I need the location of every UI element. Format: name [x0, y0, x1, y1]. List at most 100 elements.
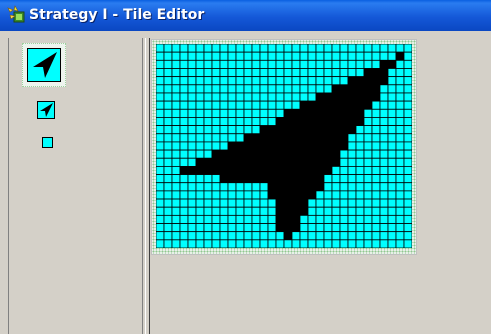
grid-cell[interactable] — [323, 68, 333, 78]
grid-cell[interactable] — [179, 223, 189, 233]
grid-cell[interactable] — [187, 149, 197, 159]
grid-cell[interactable] — [379, 84, 389, 94]
grid-cell[interactable] — [395, 51, 405, 61]
grid-cell[interactable] — [307, 239, 317, 248]
grid-cell[interactable] — [371, 100, 381, 110]
grid-cell[interactable] — [395, 84, 405, 94]
grid-cell[interactable] — [251, 92, 261, 102]
grid-cell[interactable] — [315, 51, 325, 61]
grid-cell[interactable] — [379, 157, 389, 167]
grid-cell[interactable] — [163, 231, 173, 241]
grid-cell[interactable] — [283, 84, 293, 94]
grid-cell[interactable] — [331, 76, 341, 86]
grid-cell[interactable] — [307, 166, 317, 175]
grid-cell[interactable] — [259, 133, 269, 143]
grid-cell[interactable] — [339, 149, 349, 159]
grid-cell[interactable] — [203, 182, 213, 192]
grid-cell[interactable] — [195, 214, 205, 224]
grid-cell[interactable] — [387, 100, 397, 110]
grid-cell[interactable] — [195, 44, 205, 53]
grid-cell[interactable] — [291, 44, 301, 53]
grid-cell[interactable] — [243, 108, 253, 118]
tile-thumbnail-medium[interactable] — [37, 101, 55, 119]
grid-cell[interactable] — [371, 174, 381, 184]
grid-cell[interactable] — [395, 223, 405, 233]
grid-cell[interactable] — [299, 166, 309, 175]
grid-cell[interactable] — [299, 108, 309, 118]
grid-cell[interactable] — [163, 157, 173, 167]
grid-cell[interactable] — [267, 44, 277, 53]
grid-cell[interactable] — [339, 117, 349, 127]
grid-cell[interactable] — [156, 84, 165, 94]
grid-cell[interactable] — [219, 141, 229, 151]
grid-cell[interactable] — [347, 108, 357, 118]
grid-cell[interactable] — [156, 157, 165, 167]
grid-cell[interactable] — [315, 68, 325, 78]
grid-cell[interactable] — [195, 239, 205, 248]
grid-cell[interactable] — [283, 214, 293, 224]
grid-cell[interactable] — [379, 125, 389, 135]
grid-cell[interactable] — [315, 100, 325, 110]
grid-cell[interactable] — [379, 44, 389, 53]
grid-cell[interactable] — [363, 117, 373, 127]
grid-cell[interactable] — [275, 133, 285, 143]
grid-cell[interactable] — [243, 51, 253, 61]
grid-cell[interactable] — [156, 117, 165, 127]
grid-cell[interactable] — [283, 239, 293, 248]
grid-cell[interactable] — [195, 76, 205, 86]
grid-cell[interactable] — [307, 84, 317, 94]
grid-cell[interactable] — [403, 68, 412, 78]
grid-cell[interactable] — [187, 141, 197, 151]
grid-cell[interactable] — [227, 125, 237, 135]
grid-cell[interactable] — [243, 59, 253, 69]
grid-cell[interactable] — [355, 174, 365, 184]
grid-cell[interactable] — [251, 157, 261, 167]
grid-cell[interactable] — [235, 92, 245, 102]
grid-cell[interactable] — [299, 198, 309, 208]
grid-cell[interactable] — [363, 59, 373, 69]
grid-cell[interactable] — [259, 231, 269, 241]
grid-cell[interactable] — [355, 125, 365, 135]
grid-cell[interactable] — [227, 198, 237, 208]
grid-cell[interactable] — [331, 182, 341, 192]
grid-cell[interactable] — [187, 182, 197, 192]
grid-cell[interactable] — [219, 182, 229, 192]
grid-cell[interactable] — [179, 68, 189, 78]
grid-cell[interactable] — [363, 108, 373, 118]
grid-cell[interactable] — [403, 125, 412, 135]
grid-cell[interactable] — [307, 198, 317, 208]
grid-cell[interactable] — [243, 76, 253, 86]
grid-cell[interactable] — [307, 231, 317, 241]
grid-cell[interactable] — [219, 214, 229, 224]
grid-cell[interactable] — [283, 166, 293, 175]
grid-cell[interactable] — [323, 84, 333, 94]
grid-cell[interactable] — [331, 108, 341, 118]
grid-cell[interactable] — [211, 223, 221, 233]
grid-cell[interactable] — [307, 214, 317, 224]
grid-cell[interactable] — [219, 76, 229, 86]
grid-cell[interactable] — [339, 214, 349, 224]
grid-cell[interactable] — [187, 125, 197, 135]
grid-cell[interactable] — [251, 84, 261, 94]
grid-cell[interactable] — [163, 149, 173, 159]
grid-cell[interactable] — [179, 239, 189, 248]
grid-cell[interactable] — [387, 157, 397, 167]
grid-cell[interactable] — [163, 84, 173, 94]
grid-cell[interactable] — [395, 231, 405, 241]
grid-cell[interactable] — [379, 117, 389, 127]
grid-cell[interactable] — [235, 141, 245, 151]
grid-cell[interactable] — [331, 214, 341, 224]
grid-cell[interactable] — [203, 231, 213, 241]
grid-cell[interactable] — [156, 51, 165, 61]
grid-cell[interactable] — [171, 44, 181, 53]
grid-cell[interactable] — [203, 44, 213, 53]
grid-cell[interactable] — [227, 68, 237, 78]
grid-cell[interactable] — [219, 117, 229, 127]
grid-cell[interactable] — [371, 51, 381, 61]
grid-cell[interactable] — [251, 125, 261, 135]
grid-cell[interactable] — [235, 51, 245, 61]
grid-cell[interactable] — [347, 125, 357, 135]
grid-cell[interactable] — [235, 108, 245, 118]
grid-cell[interactable] — [156, 190, 165, 200]
grid-cell[interactable] — [291, 51, 301, 61]
